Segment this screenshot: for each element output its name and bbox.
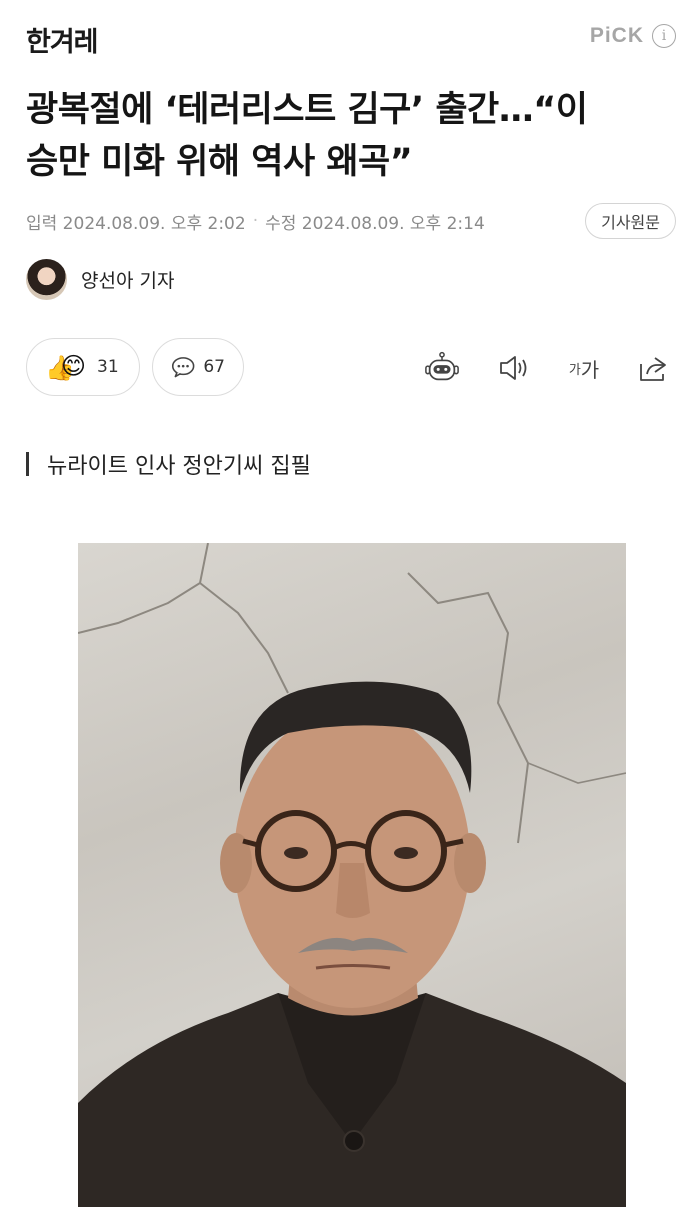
listen-button[interactable] [496,350,532,386]
comment-button[interactable]: 67 [152,338,244,396]
modified-date: 수정 2024.08.09. 오후 2:14 [265,213,485,234]
share-button[interactable] [636,350,672,386]
share-icon [640,357,666,381]
font-size-small-label: 가 [568,362,581,378]
pick-label: PiCK [589,24,644,47]
article-subtitle: 뉴라이트 인사 정안기씨 집필 [26,448,311,480]
subtitle-bar [26,452,29,476]
author-info[interactable]: 양선아 기자 [26,258,174,300]
subtitle-text: 뉴라이트 인사 정안기씨 집필 [47,454,311,479]
top-bar: 한겨레 PiCK i [0,0,700,80]
font-size-large-label: 가 [580,357,600,382]
reaction-count: 31 [97,357,119,377]
summary-bot-button[interactable] [424,350,460,386]
action-bar: 👍 😊 31 67 가가 [26,338,676,396]
portrait-image [78,543,626,1207]
font-size-button[interactable]: 가가 [562,350,606,386]
author-avatar [26,258,67,300]
article-meta: 입력 2024.08.09. 오후 2:02 · 수정 2024.08.09. … [26,203,676,239]
comment-bubble-icon [171,357,195,378]
original-article-button[interactable]: 기사원문 [585,203,676,239]
headline-line-1: 광복절에 ‘테러리스트 김구’ 출간…“이 [26,90,588,130]
published-date: 입력 2024.08.09. 오후 2:02 [26,213,246,234]
meta-separator: · [252,211,259,231]
author-name: 양선아 기자 [81,269,175,292]
speaker-icon [500,356,527,380]
reaction-emoji-icon: 👍 😊 [45,352,87,382]
comment-count: 67 [203,357,225,377]
summary-bot-icon [425,351,459,381]
headline-line-2: 승만 미화 위해 역사 왜곡” [26,142,413,182]
pick-badge[interactable]: PiCK i [590,24,676,48]
reaction-button[interactable]: 👍 😊 31 [26,338,140,396]
article-headline: 광복절에 ‘테러리스트 김구’ 출간…“이 승만 미화 위해 역사 왜곡” [26,84,676,188]
info-icon[interactable]: i [652,24,676,48]
newspaper-logo[interactable]: 한겨레 [26,20,99,59]
article-photo[interactable] [78,543,626,1207]
